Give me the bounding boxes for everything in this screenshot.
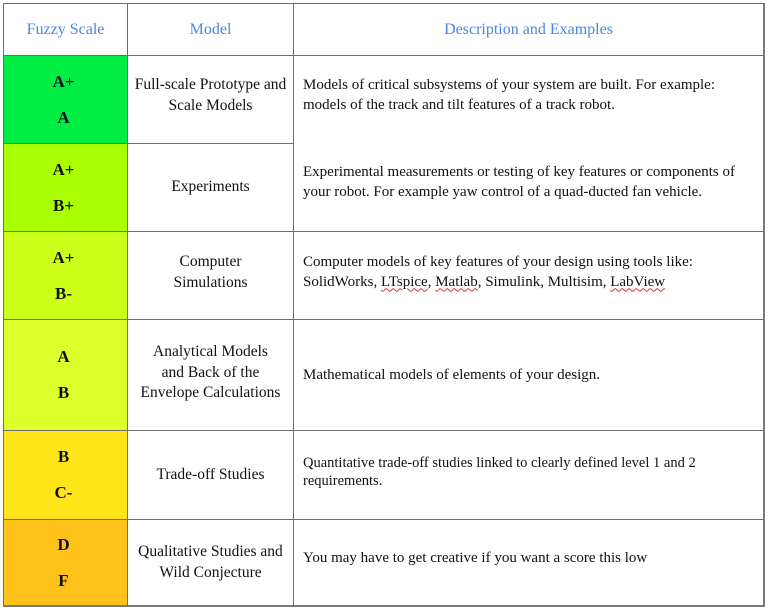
description-text: Computer models of key features of your … [303,253,693,290]
header-description-label: Description and Examples [444,20,613,38]
description-cell: You may have to get creative if you want… [293,519,765,607]
model-cell: Analytical Models and Back of the Envelo… [127,319,293,430]
model-label: Experiments [171,178,250,196]
grade-label: B [57,383,70,402]
tool-name: Multisim [547,273,603,290]
model-label: Computer Simulations [173,253,248,291]
tool-name: Matlab [435,273,478,290]
model-label: Trade-off Studies [156,465,265,483]
header-fuzzy-scale: Fuzzy Scale [3,3,127,55]
grade-label: C- [54,483,73,502]
description-text: Models of critical subsystems of your sy… [303,76,716,113]
grade-label: A+ [52,71,75,91]
grade-label: A [57,347,70,366]
description-text: You may have to get creative if you want… [303,549,648,566]
model-cell: Experiments [127,143,293,231]
grade-label: B+ [52,195,75,215]
tool-name: LTspice [380,273,428,290]
grade-cell: A B [3,319,127,430]
grade-label: B [57,447,70,466]
description-cell: Experimental measurements or testing of … [293,143,765,231]
grade-label: A [57,107,70,127]
tool-name: LabView [610,273,666,290]
grade-cell: A+ B+ [3,143,127,231]
grade-label: A+ [52,247,75,267]
grade-label: A+ [52,159,75,179]
description-cell: Computer models of key features of your … [293,231,765,319]
model-label: Analytical Models and Back of the Envelo… [140,343,281,402]
model-label: Qualitative Studies and Wild Conjecture [138,543,283,581]
tool-name: Simulink [485,273,541,290]
grade-cell: A+ A [3,55,127,143]
model-cell: Qualitative Studies and Wild Conjecture [127,519,293,607]
grade-cell: B C- [3,430,127,519]
description-text: Quantitative trade-off studies linked to… [303,455,696,489]
model-cell: Computer Simulations [127,231,293,319]
fuzzy-scale-table: Fuzzy Scale Model Description and Exampl… [3,3,765,607]
header-model-label: Model [189,20,232,38]
header-fuzzy-scale-label: Fuzzy Scale [26,20,105,38]
grade-cell: A+ B- [3,231,127,319]
model-cell: Full-scale Prototype and Scale Models [127,55,293,143]
grade-label: F [58,570,69,590]
model-label: Full-scale Prototype and Scale Models [134,76,287,114]
description-cell: Mathematical models of elements of your … [293,319,765,430]
grade-cell: D F [3,519,127,607]
header-description: Description and Examples [293,3,765,55]
model-cell: Trade-off Studies [127,430,293,519]
description-cell: Models of critical subsystems of your sy… [293,55,765,143]
description-cell: Quantitative trade-off studies linked to… [293,430,765,519]
header-model: Model [127,3,293,55]
description-text: Mathematical models of elements of your … [303,367,601,383]
grade-label: D [57,534,70,554]
grade-label: B- [55,283,72,303]
description-text: Experimental measurements or testing of … [303,164,735,200]
